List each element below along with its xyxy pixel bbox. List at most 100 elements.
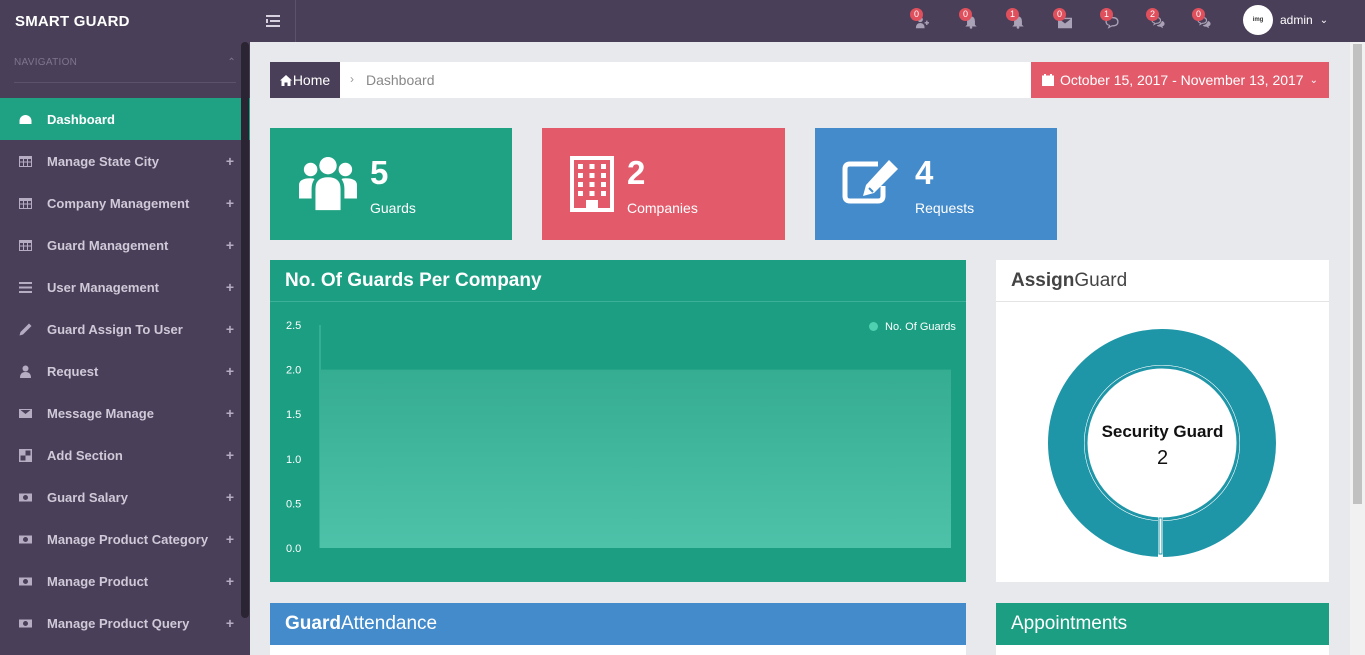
guards-per-company-panel: No. Of Guards Per Company 2.5 2.0 1.5 1.0 0.… bbox=[270, 260, 966, 582]
assign-guard-title: Assign Guard bbox=[996, 260, 1329, 302]
sidebar-item-dashboard[interactable]: Dashboard bbox=[0, 98, 250, 140]
sidebar-item-label: Message Manage bbox=[47, 405, 154, 421]
money-icon bbox=[18, 532, 32, 546]
user-name: admin bbox=[1280, 13, 1313, 27]
date-range-picker[interactable]: October 15, 2017 - November 13, 2017 ⌄ bbox=[1031, 62, 1329, 98]
expand-plus-icon[interactable]: + bbox=[226, 237, 234, 253]
navigation-header[interactable]: NAVIGATION ⌃ bbox=[14, 42, 236, 83]
notification-bell-button[interactable]: 1 bbox=[1006, 8, 1030, 34]
expand-plus-icon[interactable]: + bbox=[226, 615, 234, 631]
expand-plus-icon[interactable]: + bbox=[226, 531, 234, 547]
sidebar-item-manage-product-category[interactable]: Manage Product Category + bbox=[0, 518, 250, 560]
chart-panel-title: No. Of Guards Per Company bbox=[270, 260, 966, 302]
legend-label[interactable]: No. Of Guards bbox=[885, 321, 956, 333]
home-icon bbox=[279, 74, 292, 86]
notification-badge: 0 bbox=[910, 8, 923, 21]
donut-label: Security Guard bbox=[1101, 422, 1224, 441]
expand-plus-icon[interactable]: + bbox=[226, 363, 234, 379]
sidebar: SMART GUARD NAVIGATION ⌃ Dashboard Manage… bbox=[0, 0, 250, 655]
section-icon bbox=[18, 448, 32, 462]
page-scrollbar-thumb[interactable] bbox=[1353, 44, 1362, 504]
stat-value: 5 bbox=[370, 154, 389, 191]
sidebar-item-manage-product[interactable]: Manage Product + bbox=[0, 560, 250, 602]
sidebar-item-guard-assign-to-user[interactable]: Guard Assign To User + bbox=[0, 308, 250, 350]
notification-comments-button[interactable]: 2 bbox=[1146, 8, 1170, 34]
sidebar-item-guard-salary[interactable]: Guard Salary + bbox=[0, 476, 250, 518]
menu-toggle-button[interactable] bbox=[250, 0, 296, 42]
notification-badge: 2 bbox=[1146, 8, 1159, 21]
envelope-icon bbox=[18, 406, 32, 420]
sidebar-item-label: Manage State City bbox=[47, 153, 159, 169]
expand-plus-icon[interactable]: + bbox=[226, 573, 234, 589]
pencil-icon bbox=[18, 322, 32, 336]
y-tick-label: 1.5 bbox=[286, 409, 301, 421]
chevron-down-icon: ⌄ bbox=[1319, 14, 1329, 26]
user-menu[interactable]: img admin ⌄ bbox=[1243, 5, 1328, 35]
top-bar: 0 0 1 0 1 2 0 img admin ⌄ bbox=[250, 0, 1365, 42]
sidebar-item-request[interactable]: Request + bbox=[0, 350, 250, 392]
y-tick-label: 0.0 bbox=[286, 543, 301, 555]
assign-guard-donut: Security Guard 2 bbox=[996, 302, 1329, 582]
breadcrumb-current: Dashboard bbox=[366, 72, 435, 88]
area-series-no-of-guards[interactable] bbox=[320, 369, 951, 548]
chevron-up-icon[interactable]: ⌃ bbox=[227, 57, 236, 68]
table-icon bbox=[18, 154, 32, 168]
list-icon bbox=[18, 280, 32, 294]
sidebar-item-label: User Management bbox=[47, 279, 159, 295]
expand-plus-icon[interactable]: + bbox=[226, 405, 234, 421]
notification-envelope-button[interactable]: 0 bbox=[1053, 8, 1077, 34]
money-icon bbox=[18, 490, 32, 504]
expand-plus-icon[interactable]: + bbox=[226, 489, 234, 505]
stat-value: 2 bbox=[627, 154, 646, 191]
guard-attendance-title: Guard Attendance bbox=[270, 603, 966, 645]
notification-badge: 0 bbox=[1053, 8, 1066, 21]
attendance-title-bold: Guard bbox=[285, 613, 341, 634]
avatar: img bbox=[1243, 5, 1273, 35]
sidebar-item-company-management[interactable]: Company Management + bbox=[0, 182, 250, 224]
date-range-label: October 15, 2017 - November 13, 2017 bbox=[1060, 72, 1304, 88]
notification-comments-button[interactable]: 0 bbox=[1192, 8, 1216, 34]
sidebar-item-manage-state-city[interactable]: Manage State City + bbox=[0, 140, 250, 182]
dashboard-icon bbox=[18, 112, 32, 126]
notification-badge: 0 bbox=[1192, 8, 1205, 21]
expand-plus-icon[interactable]: + bbox=[226, 321, 234, 337]
sidebar-item-label: Guard Management bbox=[47, 237, 169, 253]
notification-user-add-button[interactable]: 0 bbox=[910, 8, 934, 34]
table-icon bbox=[18, 196, 32, 210]
stat-tile-requests[interactable]: 4 Requests bbox=[815, 128, 1057, 240]
expand-plus-icon[interactable]: + bbox=[226, 447, 234, 463]
y-tick-label: 1.0 bbox=[286, 454, 301, 466]
notification-bell-button[interactable]: 0 bbox=[959, 8, 983, 34]
notification-badge: 1 bbox=[1006, 8, 1019, 21]
donut-value: 2 bbox=[1156, 447, 1169, 469]
breadcrumb-home-link[interactable]: Home bbox=[270, 62, 340, 98]
notification-comment-button[interactable]: 1 bbox=[1100, 8, 1124, 34]
notification-badge: 1 bbox=[1100, 8, 1113, 21]
menu-toggle-icon bbox=[265, 15, 280, 27]
edit-icon bbox=[842, 160, 898, 204]
breadcrumb: Home › Dashboard October 15, 2017 - Nove… bbox=[270, 62, 1329, 98]
breadcrumb-home-label: Home bbox=[292, 72, 331, 88]
stat-value: 4 bbox=[915, 154, 934, 191]
sidebar-item-add-section[interactable]: Add Section + bbox=[0, 434, 250, 476]
sidebar-item-label: Company Management bbox=[47, 195, 190, 211]
expand-plus-icon[interactable]: + bbox=[226, 279, 234, 295]
sidebar-item-manage-product-query[interactable]: Manage Product Query + bbox=[0, 602, 250, 644]
sidebar-item-guard-management[interactable]: Guard Management + bbox=[0, 224, 250, 266]
stat-tile-companies[interactable]: 2 Companies bbox=[542, 128, 785, 240]
expand-plus-icon[interactable]: + bbox=[226, 153, 234, 169]
sidebar-item-label: Manage Product Query bbox=[47, 615, 190, 631]
brand-title[interactable]: SMART GUARD bbox=[0, 0, 250, 42]
guard-attendance-panel: Guard Attendance bbox=[270, 603, 966, 655]
page-scrollbar[interactable] bbox=[1350, 42, 1365, 655]
appointments-title: Appointments bbox=[996, 603, 1329, 645]
sidebar-item-label: Add Section bbox=[47, 447, 123, 463]
sidebar-item-label: Manage Product bbox=[47, 573, 149, 589]
stat-tile-guards[interactable]: 5 Guards bbox=[270, 128, 512, 240]
sidebar-scrollbar[interactable] bbox=[241, 42, 249, 618]
sidebar-item-user-management[interactable]: User Management + bbox=[0, 266, 250, 308]
expand-plus-icon[interactable]: + bbox=[226, 195, 234, 211]
guards-area-chart: 2.5 2.0 1.5 1.0 0.5 0.0 bbox=[286, 320, 951, 555]
chevron-down-icon: ⌄ bbox=[1309, 74, 1318, 86]
sidebar-item-message-manage[interactable]: Message Manage + bbox=[0, 392, 250, 434]
